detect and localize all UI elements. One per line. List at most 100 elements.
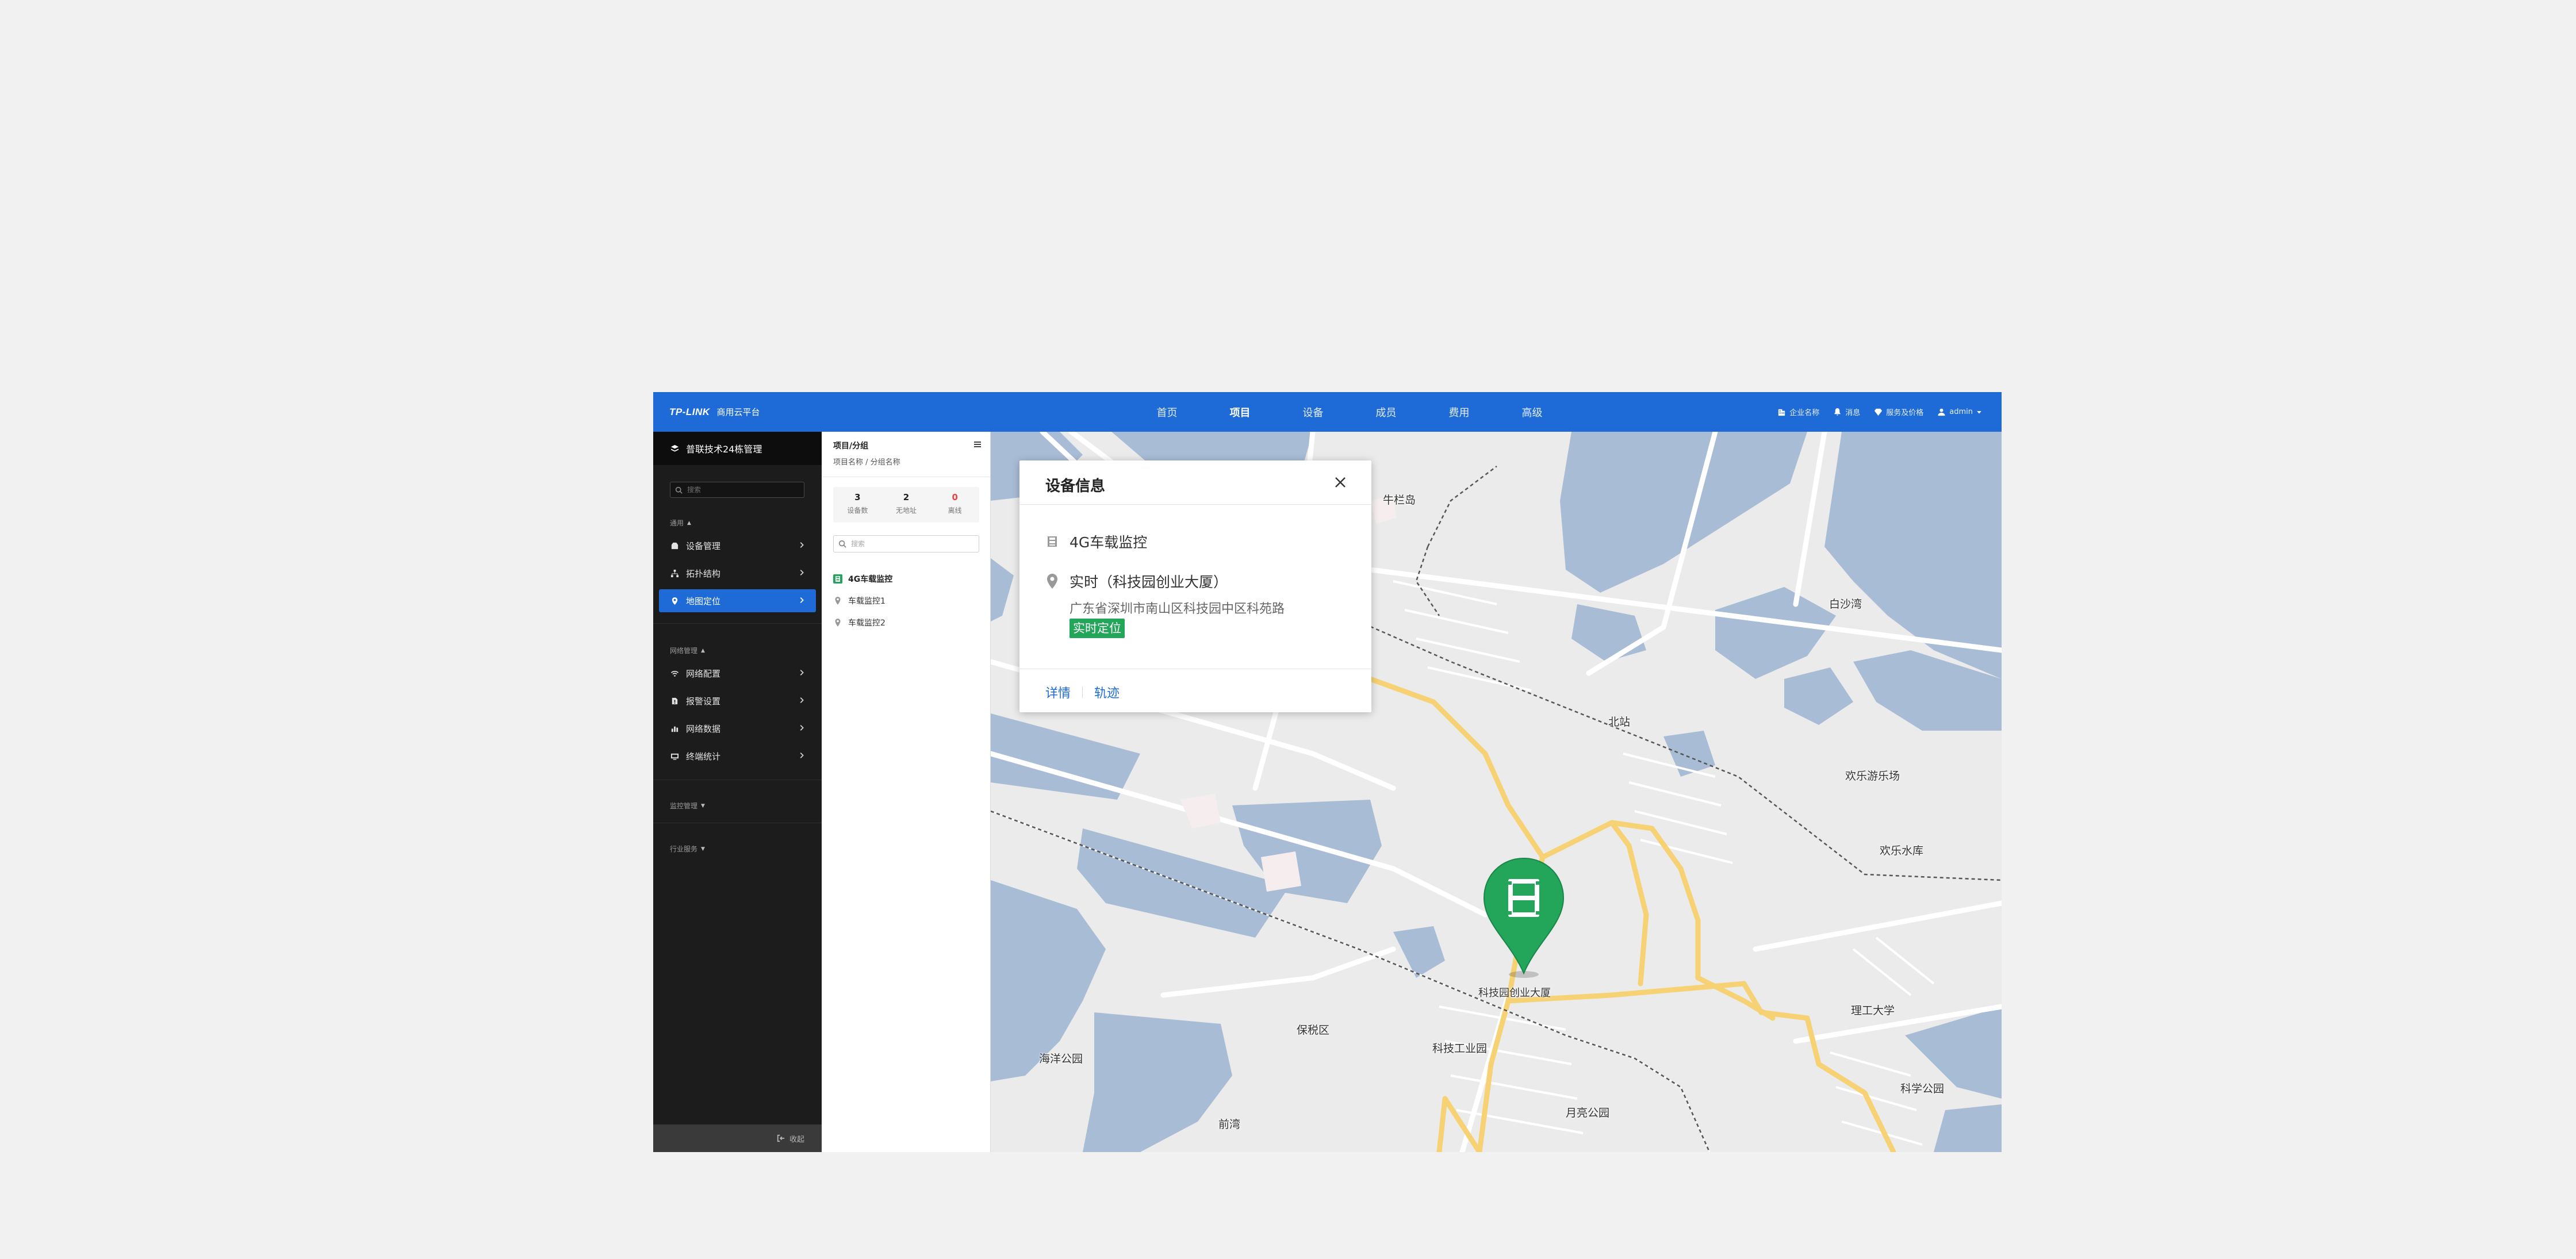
sidebar-item-network-data[interactable]: 网络数据 xyxy=(659,717,816,740)
messages-label: 消息 xyxy=(1845,409,1861,417)
map-label-kexue: 科学公园 xyxy=(1900,1083,1945,1095)
sidebar-item-alarm-settings[interactable]: 报警设置 xyxy=(659,689,816,712)
details-link[interactable]: 详情 xyxy=(1045,683,1071,701)
org-selector[interactable]: 普联技术24栋管理 xyxy=(653,432,822,465)
stat-label: 无地址 xyxy=(896,506,917,515)
wifi-icon xyxy=(670,670,679,677)
stat-device-count[interactable]: 3 设备数 xyxy=(833,487,882,523)
popup-device-name: 4G车载监控 xyxy=(1070,534,1148,551)
group-network[interactable]: 网络管理 ▲ xyxy=(670,646,705,655)
device-search[interactable] xyxy=(833,535,979,552)
sidebar-item-device-management[interactable]: 设备管理 xyxy=(659,534,816,557)
track-link[interactable]: 轨迹 xyxy=(1094,683,1120,701)
tp-link-logo: TP-LINK xyxy=(669,406,710,417)
tree-device-2[interactable]: 车载监控2 xyxy=(833,613,979,632)
sidebar-item-label: 拓扑结构 xyxy=(686,568,721,579)
film-icon xyxy=(1048,536,1057,547)
group-general-label: 通用 xyxy=(670,519,684,527)
top-navbar: TP-LINK 商用云平台 首页 项目 设备 成员 费用 高级 企业名称 消息 … xyxy=(653,392,2002,432)
enterprise-link[interactable]: 企业名称 xyxy=(1777,406,1819,417)
sidebar-item-label: 终端统计 xyxy=(686,751,721,762)
collapse-sidebar-button[interactable]: 收起 xyxy=(653,1124,822,1152)
caret-up-icon: ▲ xyxy=(687,520,691,526)
map-label-baoshui: 保税区 xyxy=(1297,1024,1330,1037)
sidebar-item-terminal-stats[interactable]: 终端统计 xyxy=(659,744,816,767)
sidebar-divider xyxy=(653,623,822,624)
collapse-icon xyxy=(777,1134,785,1142)
popup-actions: 详情 轨迹 xyxy=(1045,678,1120,707)
popup-location: 实时（科技园创业大厦） xyxy=(1070,574,1228,590)
device-search-input[interactable] xyxy=(851,540,966,548)
nav-members[interactable]: 成员 xyxy=(1350,405,1423,420)
search-icon xyxy=(838,540,846,548)
stat-value: 2 xyxy=(903,492,910,502)
sidebar-item-network-config[interactable]: 网络配置 xyxy=(659,662,816,685)
caret-down-icon xyxy=(1977,410,1981,413)
stat-no-address[interactable]: 2 无地址 xyxy=(882,487,931,523)
sidebar-item-topology[interactable]: 拓扑结构 xyxy=(659,562,816,585)
close-button[interactable] xyxy=(1333,475,1347,489)
user-icon xyxy=(1938,408,1945,416)
service-label: 服务及价格 xyxy=(1886,409,1924,417)
tree-device-1[interactable]: 车载监控1 xyxy=(833,592,979,610)
list-menu-icon[interactable] xyxy=(973,440,982,449)
device-icon xyxy=(671,542,678,549)
project-panel: 项目/分组 项目名称 / 分组名称 3 设备数 2 无地址 0 离线 4G车载监… xyxy=(822,432,991,1152)
group-monitor-label: 监控管理 xyxy=(670,802,698,810)
device-pin-icon xyxy=(833,596,842,605)
nav-home[interactable]: 首页 xyxy=(1130,405,1203,420)
service-link[interactable]: 服务及价格 xyxy=(1874,406,1923,417)
map-label-keji-gy: 科技工业园 xyxy=(1432,1042,1488,1055)
app-window: TP-LINK 商用云平台 首页 项目 设备 成员 费用 高级 企业名称 消息 … xyxy=(653,392,2002,1152)
stat-label: 离线 xyxy=(948,506,962,515)
caret-up-icon: ▲ xyxy=(701,647,705,654)
brand[interactable]: TP-LINK 商用云平台 xyxy=(669,392,760,432)
nav-projects[interactable]: 项目 xyxy=(1203,405,1276,420)
map-view[interactable]: 牛栏岛 白沙湾 北站 欢乐游乐场 欢乐水库 理工大学 保税区 科技工业园 海洋公… xyxy=(991,432,2002,1152)
sidebar-item-map-location[interactable]: 地图定位 xyxy=(659,589,816,612)
group-industry-label: 行业服务 xyxy=(670,845,698,853)
caret-down-icon: ▼ xyxy=(701,846,705,852)
sidebar-item-label: 设备管理 xyxy=(686,540,721,551)
popup-divider xyxy=(1019,504,1371,505)
chevron-right-icon xyxy=(800,597,804,603)
enterprise-label: 企业名称 xyxy=(1789,409,1820,417)
device-info-popup: 设备信息 4G车载监控 实时（科技园创业大厦） 广东省深圳市南山区科技园中区科苑… xyxy=(1019,460,1371,712)
tree-device-label: 车载监控2 xyxy=(848,619,885,628)
group-network-label: 网络管理 xyxy=(670,647,698,655)
stat-offline[interactable]: 0 离线 xyxy=(930,487,979,523)
popup-location-row: 实时（科技园创业大厦） xyxy=(1045,571,1228,592)
map-label-yueliang: 月亮公园 xyxy=(1566,1107,1610,1119)
marker-label: 科技园创业大厦 xyxy=(1478,987,1551,999)
group-monitor[interactable]: 监控管理 ▼ xyxy=(670,801,705,811)
main-nav: 首页 项目 设备 成员 费用 高级 xyxy=(1130,392,1569,432)
group-general[interactable]: 通用 ▲ xyxy=(670,518,691,528)
map-label-qianwan: 前湾 xyxy=(1218,1118,1241,1131)
nav-billing[interactable]: 费用 xyxy=(1423,405,1496,420)
action-separator xyxy=(1082,686,1083,698)
nav-advanced[interactable]: 高级 xyxy=(1496,405,1569,420)
stat-value: 0 xyxy=(952,492,958,502)
map-label-baisha: 白沙湾 xyxy=(1829,598,1862,611)
sidebar-search-input[interactable] xyxy=(687,486,796,494)
device-stats: 3 设备数 2 无地址 0 离线 xyxy=(833,487,979,523)
messages-link[interactable]: 消息 xyxy=(1833,406,1860,417)
tree-group-4g-monitor[interactable]: 4G车载监控 xyxy=(833,570,979,588)
map-label-huanle-park: 欢乐游乐场 xyxy=(1845,770,1900,782)
sidebar-item-label: 报警设置 xyxy=(686,696,721,707)
stat-label: 设备数 xyxy=(847,506,868,515)
building-icon xyxy=(1778,409,1785,416)
sidebar-item-label: 网络数据 xyxy=(686,723,721,734)
user-menu[interactable]: admin xyxy=(1937,408,1982,416)
device-map-marker[interactable] xyxy=(1481,856,1567,980)
realtime-badge: 实时定位 xyxy=(1070,619,1125,638)
map-label-huanle-reservoir: 欢乐水库 xyxy=(1880,845,1924,857)
popup-address: 广东省深圳市南山区科技园中区科苑路 xyxy=(1070,602,1285,616)
sidebar-search[interactable] xyxy=(670,482,804,498)
org-name: 普联技术24栋管理 xyxy=(686,444,762,455)
sidebar-item-label: 网络配置 xyxy=(686,668,721,679)
group-industry[interactable]: 行业服务 ▼ xyxy=(670,844,705,854)
nav-devices[interactable]: 设备 xyxy=(1276,405,1350,420)
map-label-ligong: 理工大学 xyxy=(1851,1004,1895,1017)
project-panel-title: 项目/分组 xyxy=(833,442,869,451)
